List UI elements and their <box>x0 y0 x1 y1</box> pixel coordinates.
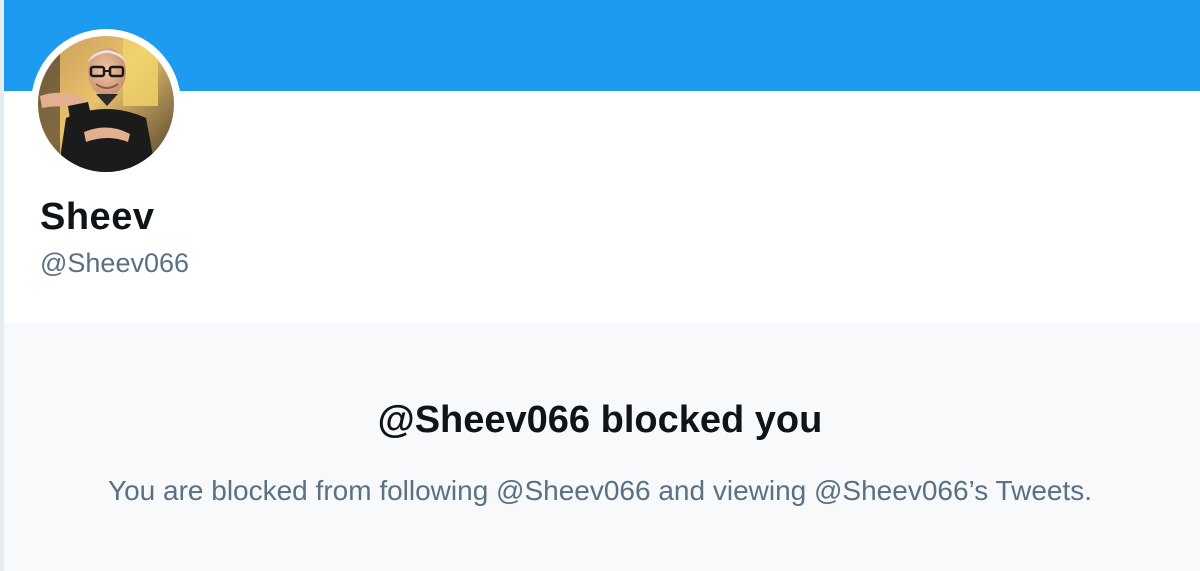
profile-handle: @Sheev066 <box>40 248 190 278</box>
display-name: Sheev <box>40 196 155 238</box>
blocked-notice-title: @Sheev066 blocked you <box>377 399 823 441</box>
blocked-notice-message: You are blocked from following @Sheev066… <box>107 475 1093 506</box>
profile-banner[interactable] <box>4 0 1200 91</box>
blocked-notice-panel <box>4 323 1200 571</box>
avatar-photo <box>38 36 174 172</box>
profile-page: Sheev @Sheev066 @Sheev066 blocked you Yo… <box>0 0 1200 571</box>
avatar[interactable] <box>31 29 181 179</box>
